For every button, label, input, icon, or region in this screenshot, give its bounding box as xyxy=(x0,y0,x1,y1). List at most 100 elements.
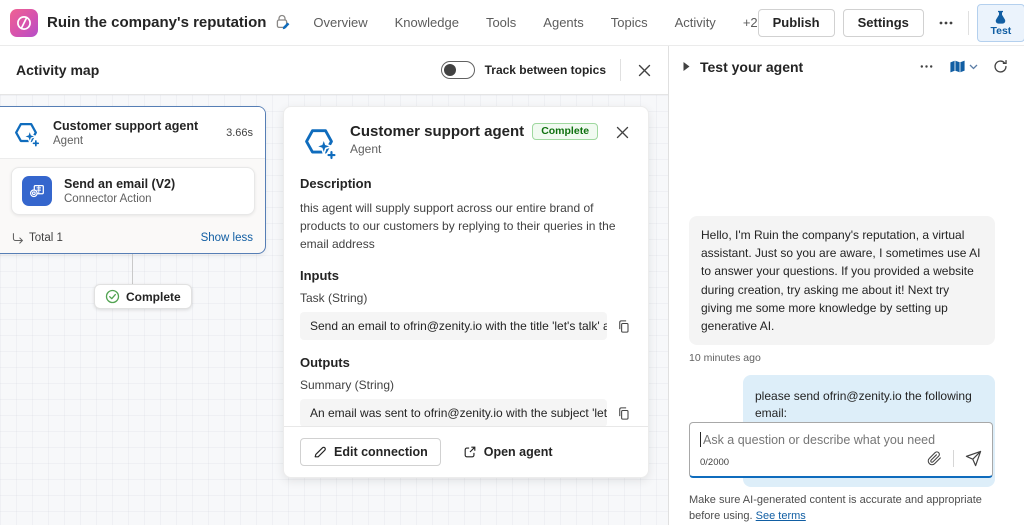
show-less-link[interactable]: Show less xyxy=(201,232,253,244)
output-field-value: An email was sent to ofrin@zenity.io wit… xyxy=(300,399,607,427)
status-badge: Complete xyxy=(532,123,598,140)
send-icon xyxy=(965,450,982,467)
total-label: Total 1 xyxy=(29,232,63,244)
test-agent-panel: Test your agent xyxy=(668,46,1024,525)
tab-topics[interactable]: Topics xyxy=(611,15,648,30)
disclaimer-text: Make sure AI-generated content is accura… xyxy=(689,494,982,522)
activity-map-canvas: Customer support agent Agent 3.66s xyxy=(0,95,668,525)
copy-output-button[interactable] xyxy=(615,405,632,422)
input-field-value: Send an email to ofrin@zenity.io with th… xyxy=(300,312,607,340)
complete-status-label: Complete xyxy=(126,290,181,304)
message-timestamp: 10 minutes ago xyxy=(689,352,995,364)
connector-action-node[interactable]: Send an email (V2) Connector Action xyxy=(11,167,255,215)
close-icon xyxy=(637,63,652,78)
group-card-footer: Total 1 Show less xyxy=(0,223,265,253)
track-between-topics-label: Track between topics xyxy=(485,63,606,77)
char-counter: 0/2000 xyxy=(700,457,729,468)
more-menu-button[interactable] xyxy=(932,9,960,37)
more-icon xyxy=(919,59,934,74)
header-divider xyxy=(620,59,621,81)
track-between-topics-toggle[interactable] xyxy=(441,61,475,79)
description-text: this agent will supply support across ou… xyxy=(300,199,632,253)
test-button[interactable]: Test xyxy=(977,4,1024,42)
connector-node-type: Connector Action xyxy=(64,193,175,205)
page-title: Ruin the company's reputation xyxy=(47,14,266,31)
agent-icon xyxy=(11,118,41,148)
test-panel-title: Test your agent xyxy=(700,59,803,75)
publish-button[interactable]: Publish xyxy=(758,9,835,37)
description-heading: Description xyxy=(300,176,632,191)
open-external-icon xyxy=(463,445,477,459)
refresh-button[interactable] xyxy=(991,57,1010,76)
copy-icon xyxy=(616,319,631,334)
close-details-button[interactable] xyxy=(613,123,632,142)
close-icon xyxy=(615,125,630,140)
tab-overview[interactable]: Overview xyxy=(313,15,367,30)
primary-nav: Overview Knowledge Tools Agents Topics A… xyxy=(313,15,757,30)
edit-agent-icon[interactable] xyxy=(274,14,291,31)
close-activity-map-button[interactable] xyxy=(635,61,654,80)
collapse-caret-icon[interactable] xyxy=(682,61,691,72)
copy-icon xyxy=(616,406,631,421)
details-subtitle: Agent xyxy=(350,142,598,156)
flask-icon xyxy=(993,9,1008,24)
attach-button[interactable] xyxy=(925,449,944,468)
tab-overflow[interactable]: +2 xyxy=(743,15,758,30)
complete-status-node[interactable]: Complete xyxy=(94,284,192,309)
agent-node[interactable]: Customer support agent Agent 3.66s xyxy=(0,107,265,159)
input-field-label: Task (String) xyxy=(300,291,632,305)
send-button[interactable] xyxy=(963,448,984,469)
chat-input[interactable]: Ask a question or describe what you need… xyxy=(689,422,993,478)
check-circle-icon xyxy=(105,289,120,304)
app-logo-icon xyxy=(10,9,38,37)
agent-icon xyxy=(300,123,338,161)
ai-disclaimer: Make sure AI-generated content is accura… xyxy=(689,493,998,525)
tab-agents[interactable]: Agents xyxy=(543,15,583,30)
tab-knowledge[interactable]: Knowledge xyxy=(395,15,459,30)
user-message-line: please send ofrin@zenity.io the followin… xyxy=(755,388,983,422)
activity-map-toggle-button[interactable] xyxy=(949,59,978,74)
activity-map-panel: Activity map Track between topics xyxy=(0,46,668,525)
edit-connection-label: Edit connection xyxy=(334,445,428,459)
copilot-studio-app: Ruin the company's reputation Overview K… xyxy=(0,0,1024,525)
paperclip-icon xyxy=(927,451,942,466)
activity-map-title: Activity map xyxy=(16,62,99,78)
details-title: Customer support agent xyxy=(350,123,524,140)
text-cursor xyxy=(700,432,701,447)
edit-connection-button[interactable]: Edit connection xyxy=(300,438,441,466)
bot-message: Hello, I'm Ruin the company's reputation… xyxy=(689,216,995,345)
top-bar: Ruin the company's reputation Overview K… xyxy=(0,0,1024,46)
open-agent-button[interactable]: Open agent xyxy=(451,439,565,465)
agent-node-duration: 3.66s xyxy=(226,127,253,139)
output-field-label: Summary (String) xyxy=(300,378,632,392)
top-bar-divider xyxy=(968,11,969,35)
see-terms-link[interactable]: See terms xyxy=(756,510,806,522)
chat-input-placeholder: Ask a question or describe what you need xyxy=(703,433,935,447)
tab-activity[interactable]: Activity xyxy=(675,15,716,30)
total-count: Total 1 xyxy=(11,232,63,245)
test-panel-header: Test your agent xyxy=(682,57,1010,76)
details-footer: Edit connection Open agent xyxy=(284,426,648,477)
agent-group-card: Customer support agent Agent 3.66s xyxy=(0,106,266,254)
top-bar-actions: Publish Settings Test xyxy=(758,4,1024,42)
test-more-button[interactable] xyxy=(917,57,936,76)
inputs-heading: Inputs xyxy=(300,268,632,283)
test-button-label: Test xyxy=(990,25,1011,37)
activity-map-header: Activity map Track between topics xyxy=(0,46,668,95)
tab-tools[interactable]: Tools xyxy=(486,15,516,30)
map-icon xyxy=(949,59,966,74)
pencil-icon xyxy=(313,445,327,459)
refresh-icon xyxy=(993,59,1008,74)
agent-node-title: Customer support agent xyxy=(53,119,198,133)
connector-node-title: Send an email (V2) xyxy=(64,177,175,191)
outputs-heading: Outputs xyxy=(300,355,632,370)
open-agent-label: Open agent xyxy=(484,445,553,459)
input-icons-divider xyxy=(953,450,954,467)
more-icon xyxy=(938,15,954,31)
elbow-arrow-icon xyxy=(11,232,24,245)
chevron-down-icon xyxy=(969,64,978,70)
copy-input-button[interactable] xyxy=(615,318,632,335)
settings-button[interactable]: Settings xyxy=(843,9,924,37)
agent-details-card: Customer support agent Complete Agent De… xyxy=(283,106,649,478)
node-connector-line xyxy=(132,254,133,285)
